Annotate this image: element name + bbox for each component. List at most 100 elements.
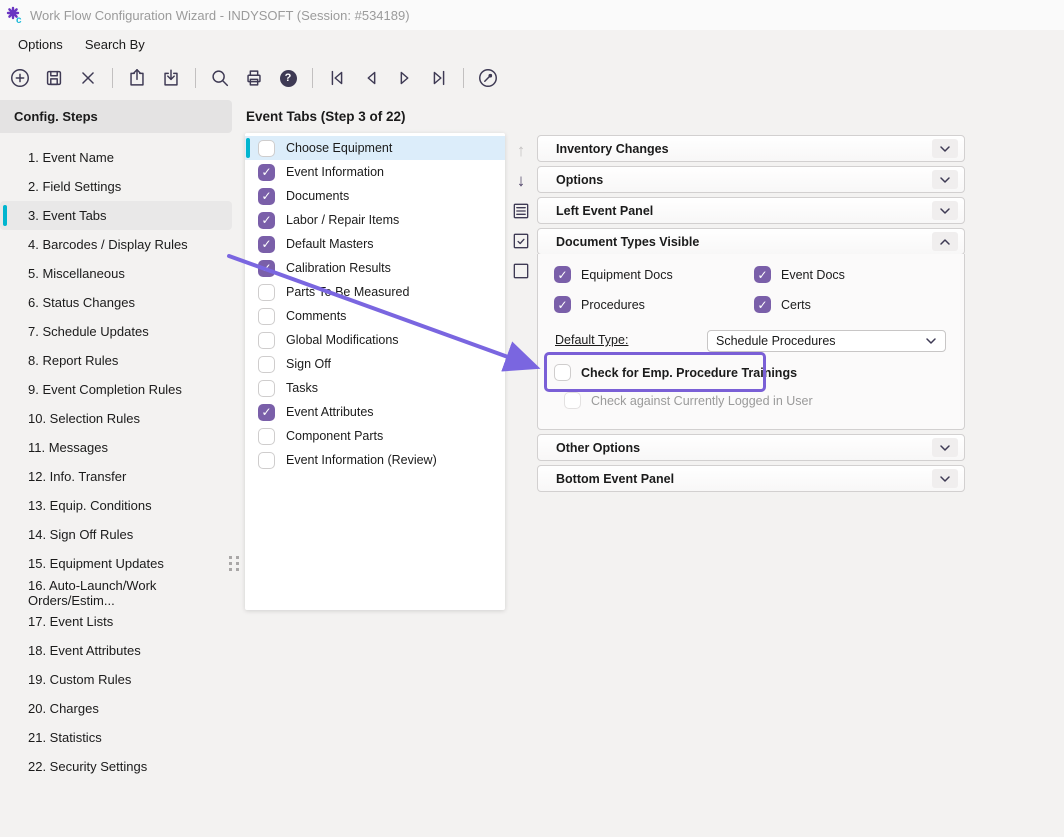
uncheck-all-icon[interactable] bbox=[508, 256, 534, 286]
delete-icon[interactable] bbox=[76, 66, 100, 90]
tab-checkbox[interactable]: ✓ bbox=[258, 308, 275, 325]
add-icon[interactable] bbox=[8, 66, 32, 90]
sidebar-item-9[interactable]: 9. Event Completion Rules bbox=[0, 375, 232, 404]
sidebar-item-15[interactable]: 15. Equipment Updates bbox=[0, 549, 232, 578]
toolbar-separator bbox=[112, 68, 113, 88]
doc-type-checkbox[interactable]: ✓ bbox=[554, 296, 571, 313]
import-icon[interactable] bbox=[159, 66, 183, 90]
first-icon[interactable] bbox=[325, 66, 349, 90]
sidebar-item-20[interactable]: 20. Charges bbox=[0, 694, 232, 723]
sidebar-item-1[interactable]: 1. Event Name bbox=[0, 143, 232, 172]
training-checkbox[interactable]: ✓ bbox=[554, 364, 571, 381]
details-icon[interactable] bbox=[508, 196, 534, 226]
doc-type-slot-3[interactable]: ✓Certs bbox=[754, 296, 811, 313]
doc-type-slot-0[interactable]: ✓ Equipment Docs bbox=[554, 266, 673, 283]
chevron-up-icon[interactable] bbox=[932, 232, 958, 251]
sidebar-item-3[interactable]: 3. Event Tabs bbox=[0, 201, 232, 230]
sidebar-item-10[interactable]: 10. Selection Rules bbox=[0, 404, 232, 433]
tab-checkbox[interactable]: ✓ bbox=[258, 164, 275, 181]
search-icon[interactable] bbox=[208, 66, 232, 90]
sidebar-item-12[interactable]: 12. Info. Transfer bbox=[0, 462, 232, 491]
menu-item-options[interactable]: Options bbox=[18, 37, 63, 52]
chevron-down-icon[interactable] bbox=[932, 139, 958, 158]
tab-checkbox[interactable]: ✓ bbox=[258, 236, 275, 253]
event-tab-row[interactable]: ✓Calibration Results bbox=[245, 256, 505, 280]
tab-checkbox[interactable]: ✓ bbox=[258, 380, 275, 397]
sidebar-item-19[interactable]: 19. Custom Rules bbox=[0, 665, 232, 694]
sidebar-item-5[interactable]: 5. Miscellaneous bbox=[0, 259, 232, 288]
sidebar-item-7[interactable]: 7. Schedule Updates bbox=[0, 317, 232, 346]
sidebar-item-22[interactable]: 22. Security Settings bbox=[0, 752, 232, 781]
event-tab-row[interactable]: ✓Comments bbox=[245, 304, 505, 328]
sidebar-item-8[interactable]: 8. Report Rules bbox=[0, 346, 232, 375]
move-up-icon[interactable]: ↑ bbox=[508, 136, 534, 166]
event-tab-row[interactable]: ✓ Labor / Repair Items bbox=[245, 208, 505, 232]
tab-label: Event Attributes bbox=[286, 405, 374, 419]
next-icon[interactable] bbox=[393, 66, 417, 90]
event-tab-row[interactable]: ✓Event Information bbox=[245, 160, 505, 184]
event-tab-row[interactable]: ✓Documents bbox=[245, 184, 505, 208]
section-header-inventory-changes[interactable]: Inventory Changes bbox=[537, 135, 965, 162]
tab-checkbox[interactable]: ✓ bbox=[258, 404, 275, 421]
chevron-down-icon[interactable] bbox=[932, 201, 958, 220]
print-icon[interactable] bbox=[242, 66, 266, 90]
event-tab-row[interactable]: ✓Parts To Be Measured bbox=[245, 280, 505, 304]
window-title: Work Flow Configuration Wizard - INDYSOF… bbox=[30, 8, 410, 23]
section-header-other-options[interactable]: Other Options bbox=[537, 434, 965, 461]
sidebar-item-6[interactable]: 6. Status Changes bbox=[0, 288, 232, 317]
event-tab-row[interactable]: ✓Sign Off bbox=[245, 352, 505, 376]
section-header-bottom-event-panel[interactable]: Bottom Event Panel bbox=[537, 465, 965, 492]
doc-type-label: Equipment Docs bbox=[581, 268, 673, 282]
tab-label: Labor / Repair Items bbox=[286, 213, 399, 227]
tab-checkbox[interactable]: ✓ bbox=[258, 356, 275, 373]
tab-checkbox[interactable]: ✓ bbox=[258, 140, 275, 157]
doc-type-checkbox[interactable]: ✓ bbox=[754, 266, 771, 283]
tab-checkbox[interactable]: ✓ bbox=[258, 188, 275, 205]
sidebar-item-2[interactable]: 2. Field Settings bbox=[0, 172, 232, 201]
sidebar-item-11[interactable]: 11. Messages bbox=[0, 433, 232, 462]
sidebar-item-13[interactable]: 13. Equip. Conditions bbox=[0, 491, 232, 520]
tab-checkbox[interactable]: ✓ bbox=[258, 284, 275, 301]
help-icon[interactable]: ? bbox=[276, 66, 300, 90]
tab-checkbox[interactable]: ✓ bbox=[258, 332, 275, 349]
event-tab-row[interactable]: ✓ Event Information (Review) bbox=[245, 448, 505, 472]
doc-type-slot-2[interactable]: ✓Procedures bbox=[554, 296, 645, 313]
last-icon[interactable] bbox=[427, 66, 451, 90]
chevron-down-icon[interactable] bbox=[932, 170, 958, 189]
tab-checkbox[interactable]: ✓ bbox=[258, 452, 275, 469]
default-type-dropdown[interactable]: Schedule Procedures bbox=[707, 330, 946, 352]
compass-icon[interactable] bbox=[476, 66, 500, 90]
section-header-options[interactable]: Options bbox=[537, 166, 965, 193]
event-tab-row[interactable]: ✓Choose Equipment bbox=[245, 136, 505, 160]
previous-icon[interactable] bbox=[359, 66, 383, 90]
sidebar-item-14[interactable]: 14. Sign Off Rules bbox=[0, 520, 232, 549]
sidebar-item-18[interactable]: 18. Event Attributes bbox=[0, 636, 232, 665]
training-checkbox-row[interactable]: ✓ Check for Emp. Procedure Trainings bbox=[554, 364, 797, 381]
move-down-icon[interactable]: ↓ bbox=[508, 166, 534, 196]
tab-label: Event Information (Review) bbox=[286, 453, 437, 467]
tab-checkbox[interactable]: ✓ bbox=[258, 260, 275, 277]
event-tab-row[interactable]: ✓ Event Attributes bbox=[245, 400, 505, 424]
splitter-grip-handle[interactable] bbox=[226, 553, 242, 575]
chevron-down-icon[interactable] bbox=[932, 438, 958, 457]
tab-checkbox[interactable]: ✓ bbox=[258, 212, 275, 229]
check-all-icon[interactable] bbox=[508, 226, 534, 256]
menu-item-search-by[interactable]: Search By bbox=[85, 37, 145, 52]
event-tab-row[interactable]: ✓Tasks bbox=[245, 376, 505, 400]
tab-checkbox[interactable]: ✓ bbox=[258, 428, 275, 445]
doc-type-checkbox[interactable]: ✓ bbox=[554, 266, 571, 283]
sidebar-item-17[interactable]: 17. Event Lists bbox=[0, 607, 232, 636]
section-header-document-types-visible[interactable]: Document Types Visible bbox=[537, 228, 965, 255]
export-icon[interactable] bbox=[125, 66, 149, 90]
event-tab-row[interactable]: ✓Component Parts bbox=[245, 424, 505, 448]
section-header-left-event-panel[interactable]: Left Event Panel bbox=[537, 197, 965, 224]
doc-type-slot-1[interactable]: ✓Event Docs bbox=[754, 266, 845, 283]
sidebar-item-21[interactable]: 21. Statistics bbox=[0, 723, 232, 752]
doc-type-checkbox[interactable]: ✓ bbox=[754, 296, 771, 313]
chevron-down-icon[interactable] bbox=[932, 469, 958, 488]
event-tab-row[interactable]: ✓Global Modifications bbox=[245, 328, 505, 352]
sidebar-item-4[interactable]: 4. Barcodes / Display Rules bbox=[0, 230, 232, 259]
event-tab-row[interactable]: ✓Default Masters bbox=[245, 232, 505, 256]
sidebar-item-16[interactable]: 16. Auto-Launch/Work Orders/Estim... bbox=[0, 578, 232, 607]
save-icon[interactable] bbox=[42, 66, 66, 90]
